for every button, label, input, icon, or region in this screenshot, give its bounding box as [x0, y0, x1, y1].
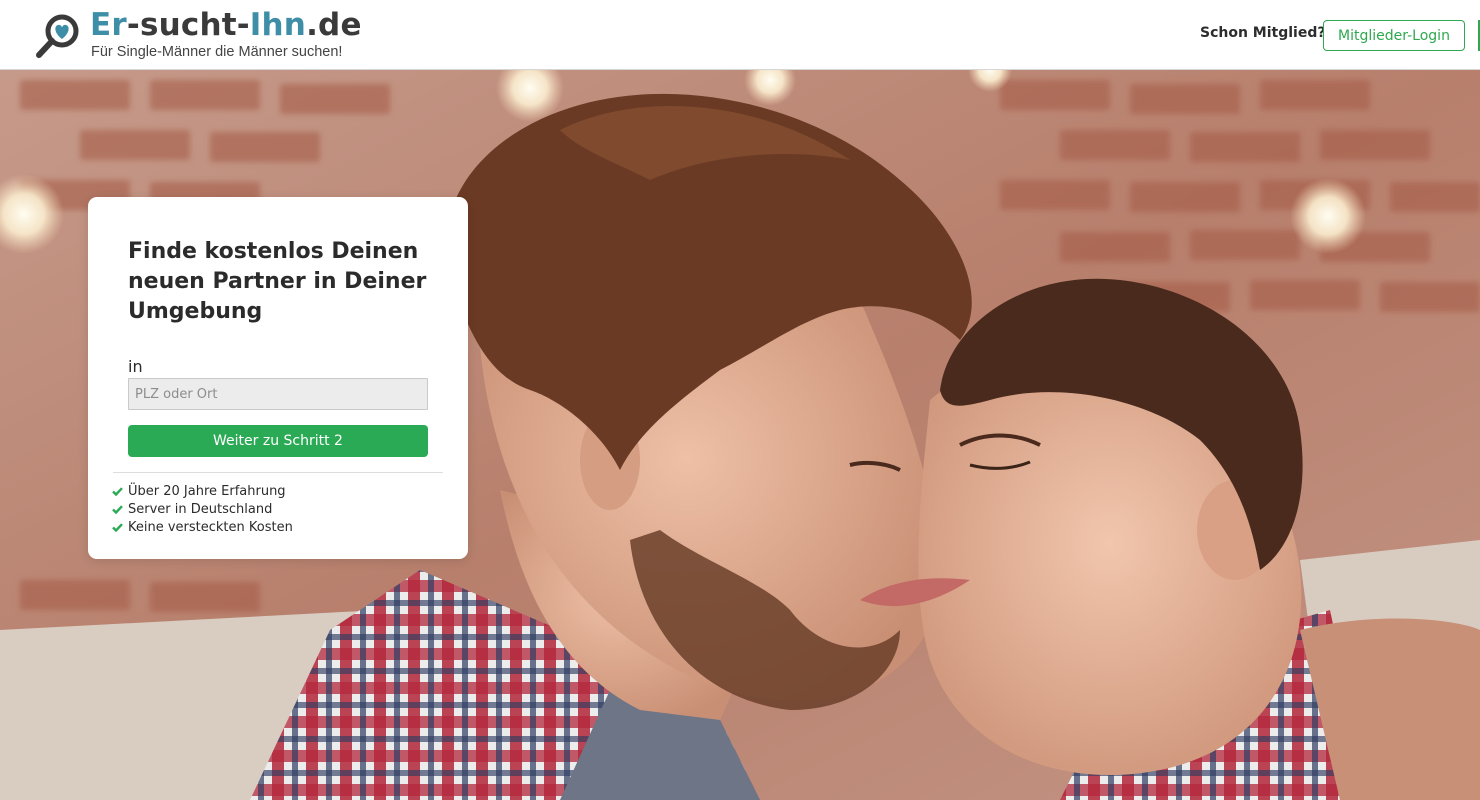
site-header: Er-sucht-Ihn.de Für Single-Männer die Mä…	[0, 0, 1480, 70]
feature-text: Keine versteckten Kosten	[128, 519, 293, 535]
signup-title: Finde kostenlos Deinen neuen Partner in …	[128, 239, 427, 324]
location-label: in	[128, 357, 143, 376]
feature-item: Keine versteckten Kosten	[112, 518, 293, 536]
logo-title-part4: .de	[306, 7, 362, 43]
logo-title-part3: Ihn	[249, 7, 307, 43]
check-icon	[112, 482, 128, 500]
feature-item: Server in Deutschland	[112, 500, 293, 518]
site-logo[interactable]: Er-sucht-Ihn.de Für Single-Männer die Mä…	[34, 8, 361, 62]
login-button[interactable]: Mitglieder-Login	[1323, 20, 1465, 51]
feature-item: Über 20 Jahre Erfahrung	[112, 482, 293, 500]
card-divider	[113, 472, 443, 473]
check-icon	[112, 500, 128, 518]
member-question: Schon Mitglied?	[1200, 25, 1326, 41]
signup-card: Finde kostenlos Deinen neuen Partner in …	[88, 197, 468, 559]
check-icon	[112, 518, 128, 536]
feature-list: Über 20 Jahre Erfahrung Server in Deutsc…	[112, 482, 293, 536]
logo-title-part2: -sucht-	[126, 7, 250, 43]
feature-text: Server in Deutschland	[128, 501, 273, 517]
magnifier-heart-icon	[36, 14, 79, 58]
logo-title-part1: Er	[90, 7, 127, 43]
logo-title: Er-sucht-Ihn.de	[90, 8, 362, 42]
logo-tagline: Für Single-Männer die Männer suchen!	[91, 44, 343, 60]
location-input[interactable]	[128, 378, 428, 410]
next-step-button[interactable]: Weiter zu Schritt 2	[128, 425, 428, 457]
feature-text: Über 20 Jahre Erfahrung	[128, 483, 286, 499]
